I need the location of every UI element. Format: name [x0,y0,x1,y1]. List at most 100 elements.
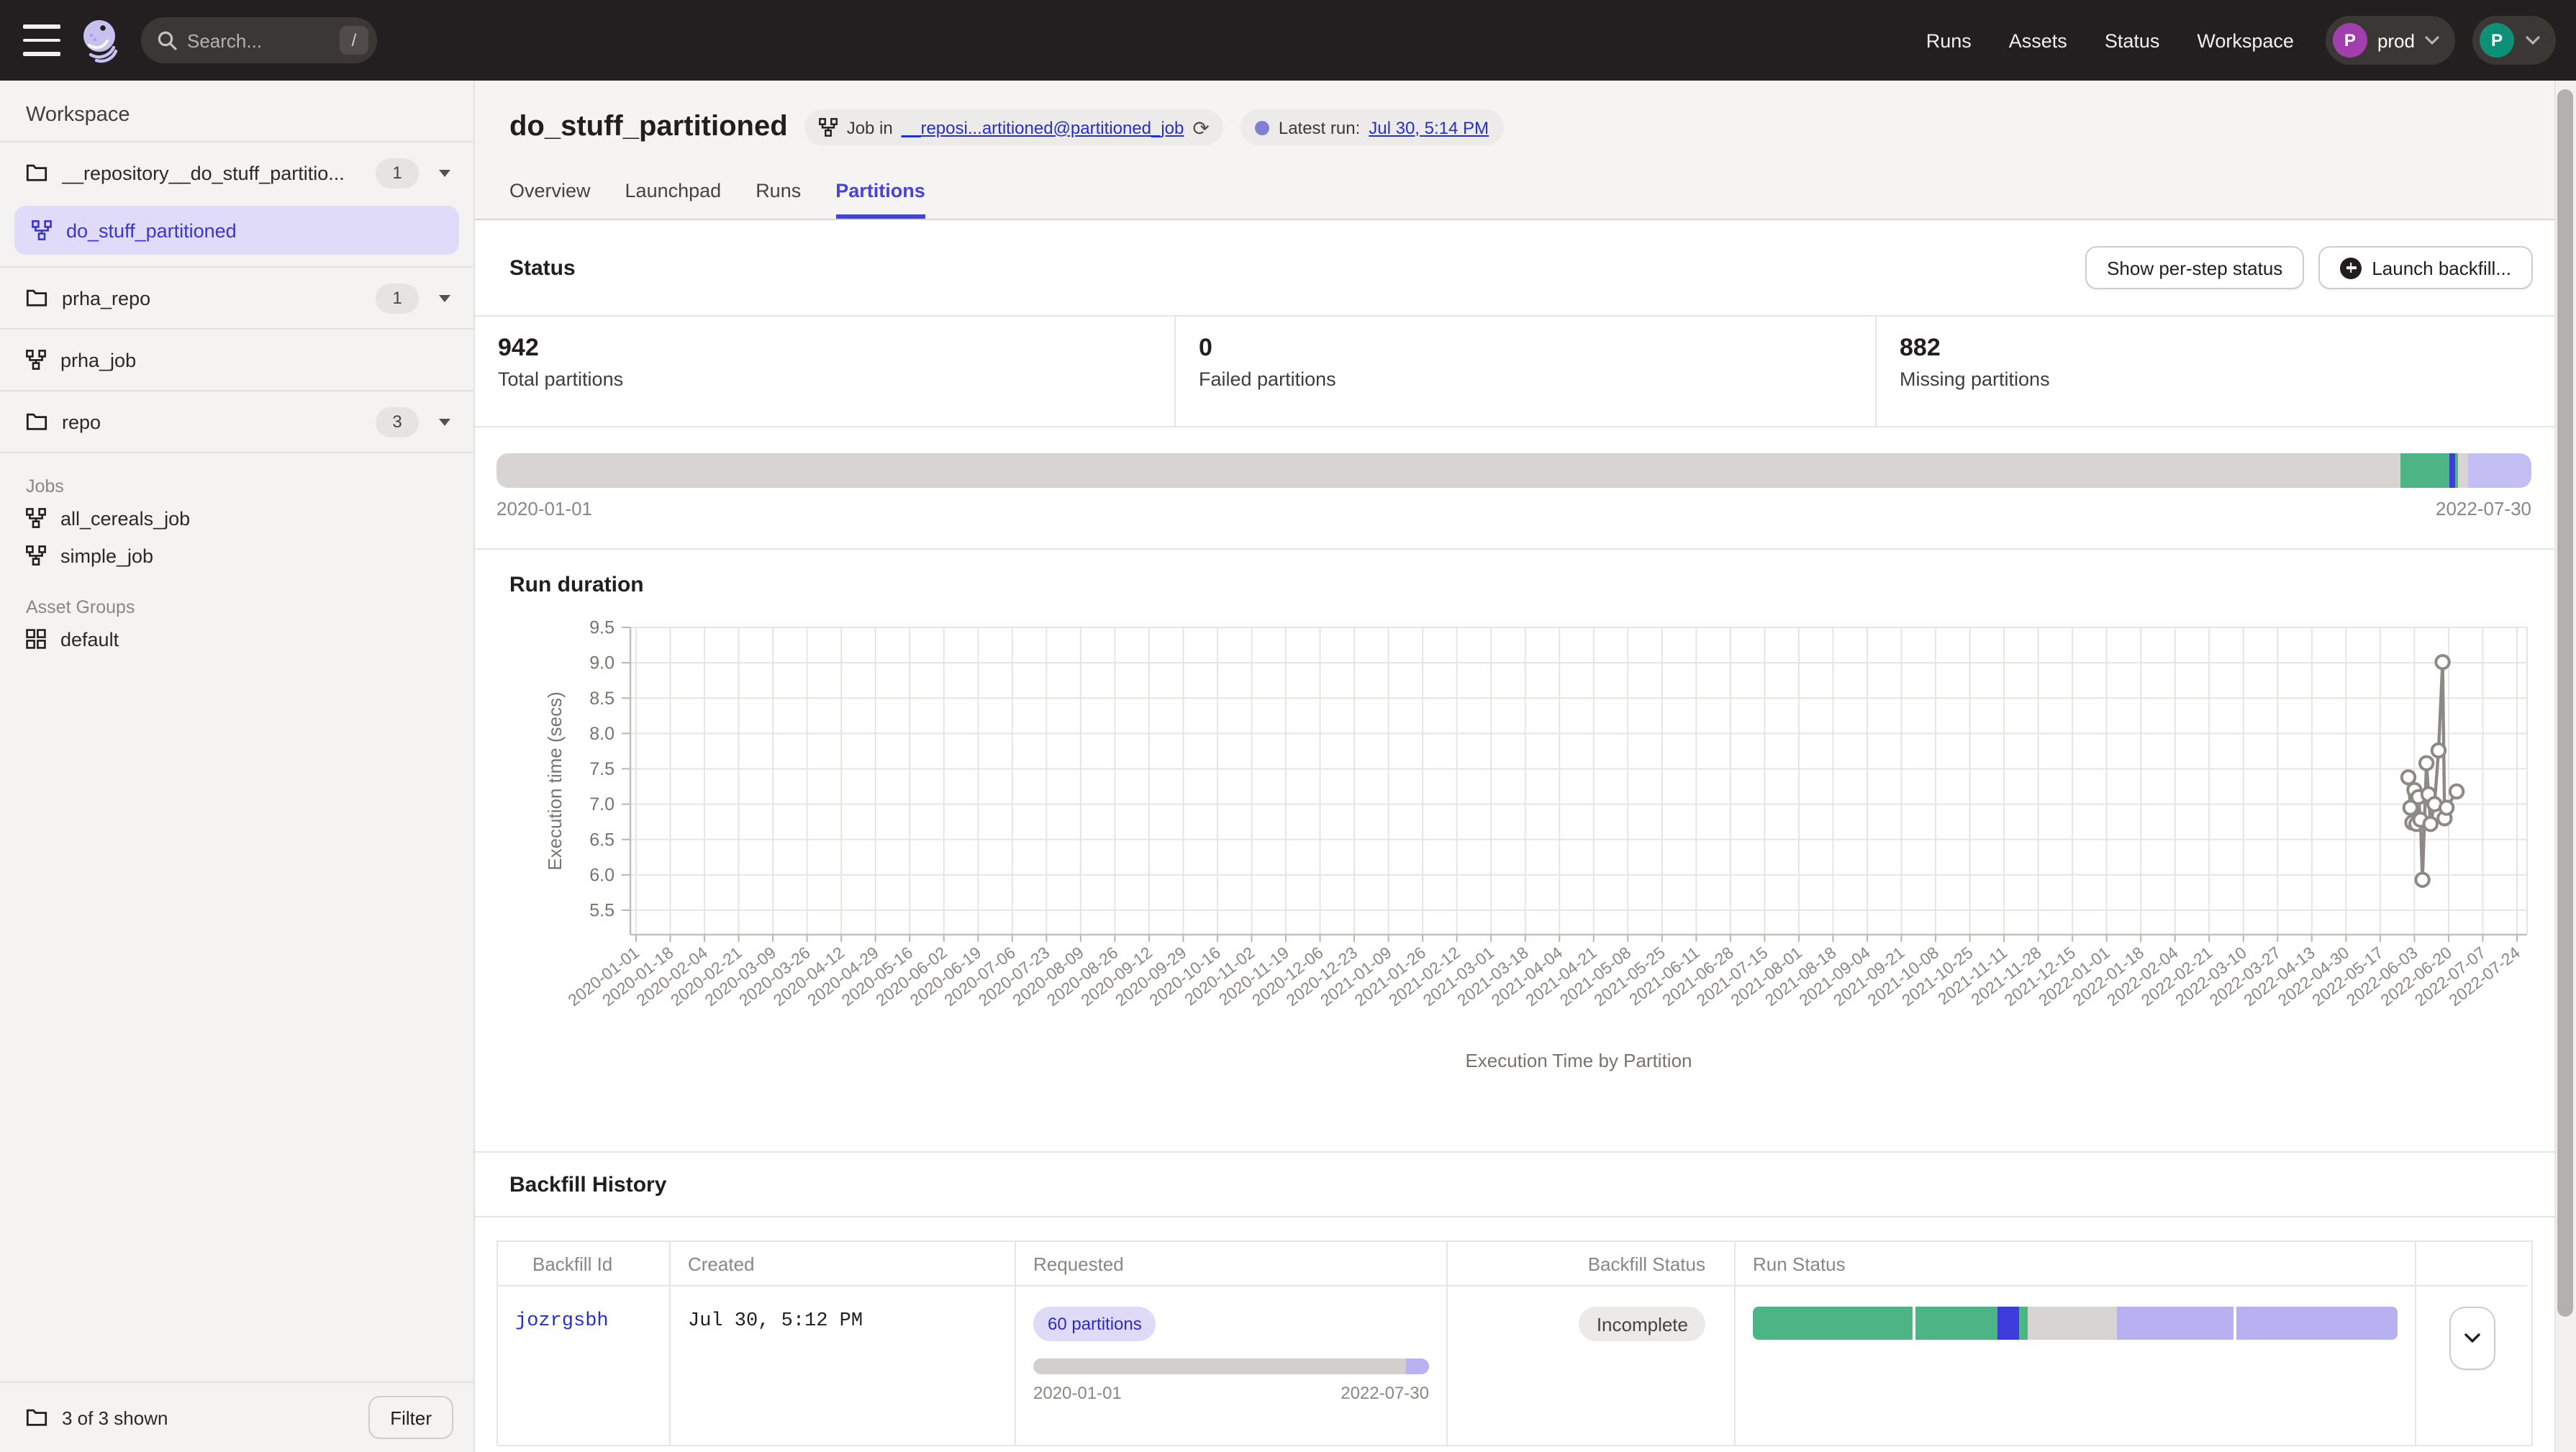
repo-count-badge: 3 [376,407,419,437]
backfill-table-wrap: Backfill Id Created Requested Backfill S… [475,1217,2576,1446]
latest-run-link[interactable]: Jul 30, 5:14 PM [1369,117,1489,137]
data-point-marker[interactable] [2432,744,2445,757]
scrollbar-track[interactable] [2554,81,2576,1452]
backfill-id-link[interactable]: jozrgsbh [515,1311,609,1333]
folder-icon [26,1407,47,1428]
cell-run-status [1736,1287,2416,1445]
data-point-marker[interactable] [2436,655,2449,668]
data-point-marker[interactable] [2450,785,2463,798]
partition-range-end: 2022-07-30 [2436,498,2531,519]
nav-link-workspace[interactable]: Workspace [2197,30,2294,51]
divider [0,452,473,453]
nav-link-assets[interactable]: Assets [2009,30,2067,51]
y-tick-label: 8.0 [589,724,614,744]
data-point-marker[interactable] [2420,756,2433,769]
cell-expand [2416,1287,2527,1445]
sidebar-repo-item[interactable]: repo 3 [0,391,473,452]
nav-link-status[interactable]: Status [2105,30,2160,51]
menu-icon[interactable] [23,22,60,59]
job-origin-prefix: Job in [847,117,893,137]
nav-links: Runs Assets Status Workspace [1926,30,2294,51]
sidebar-item-do-stuff-partitioned[interactable]: do_stuff_partitioned [14,206,459,255]
sidebar-item-default-asset-group[interactable]: default [0,620,473,658]
partition-status-bar[interactable] [496,453,2531,488]
requested-partitions-pill[interactable]: 60 partitions [1033,1307,1156,1341]
backfill-status-badge: Incomplete [1579,1307,1705,1341]
repo-label: repo [62,411,361,432]
dagster-logo[interactable] [78,17,124,63]
column-header-backfill-id: Backfill Id [498,1242,671,1287]
sidebar-item-simple-job[interactable]: simple_job [0,537,473,574]
search-icon [157,30,177,50]
sidebar-repo-item[interactable]: prha_repo 1 [0,268,473,328]
scrollbar-thumb[interactable] [2557,89,2573,1317]
tab-overview[interactable]: Overview [509,180,591,219]
job-icon [32,220,52,240]
bar-segment [1033,1358,1405,1374]
main-content: do_stuff_partitioned Job in __reposi...a… [475,81,2576,1452]
workspace-sidebar: Workspace __repository__do_stuff_partiti… [0,81,475,1452]
job-label: do_stuff_partitioned [66,219,237,241]
nav-link-runs[interactable]: Runs [1926,30,1972,51]
data-point-marker[interactable] [2402,771,2415,784]
bar-segment [2469,453,2531,488]
y-tick-label: 9.5 [589,618,614,638]
cell-created: Jul 30, 5:12 PM [671,1287,1016,1445]
run-duration-section: Run duration 5.56.06.57.07.58.08.59.09.5… [475,550,2576,1153]
repo-count-badge: 1 [376,158,419,188]
bar-segment [1405,1358,1429,1374]
bar-segment [2450,453,2455,488]
bar-segment [2020,1307,2028,1340]
sidebar-job-item-selected-wrap: do_stuff_partitioned [14,206,459,255]
caret-down-icon[interactable] [439,169,450,176]
cell-backfill-status: Incomplete [1448,1287,1736,1445]
requested-range-bar [1033,1358,1429,1374]
sidebar-repo-item[interactable]: __repository__do_stuff_partitio... 1 [0,142,473,203]
y-tick-label: 6.0 [589,865,614,885]
bar-segment [2457,453,2469,488]
chevron-down-icon [2526,36,2540,45]
caret-down-icon[interactable] [439,418,450,425]
caret-down-icon[interactable] [439,294,450,301]
jobs-section-label: Jobs [26,476,473,496]
run-duration-heading: Run duration [509,573,644,597]
run-status-dot [1256,120,1270,135]
y-tick-label: 7.0 [589,794,614,815]
expand-row-button[interactable] [2449,1307,2495,1370]
bar-segment [2117,1307,2233,1340]
tab-runs[interactable]: Runs [756,180,801,219]
run-duration-chart[interactable]: 5.56.06.57.07.58.08.59.09.52020-01-01202… [509,607,2566,1143]
run-status-bar[interactable] [1753,1307,2398,1340]
bar-segment [2236,1307,2398,1340]
search-input[interactable]: Search... / [141,17,377,63]
data-point-marker[interactable] [2416,874,2428,886]
search-placeholder: Search... [187,30,340,51]
sidebar-title: Workspace [26,104,473,127]
user-menu[interactable]: P [2472,16,2556,65]
plus-circle-icon [2340,257,2362,278]
sidebar-job-item-prha-job[interactable]: prha_job [0,330,473,390]
tab-partitions[interactable]: Partitions [835,180,925,219]
x-axis-title: Execution Time by Partition [1465,1050,1692,1071]
stat-total-partitions: 942 Total partitions [475,317,1176,426]
tab-launchpad[interactable]: Launchpad [625,180,722,219]
column-header-run-status: Run Status [1736,1242,2416,1287]
y-tick-label: 6.5 [589,830,614,850]
launch-backfill-button[interactable]: Launch backfill... [2318,246,2533,289]
folder-icon [26,412,47,432]
filter-button[interactable]: Filter [368,1396,453,1439]
data-point-marker[interactable] [2424,817,2437,830]
y-tick-label: 7.5 [589,759,614,779]
reload-icon[interactable]: ⟳ [1192,117,1209,137]
show-per-step-status-button[interactable]: Show per-step status [2085,246,2304,289]
deployment-switcher[interactable]: P prod [2326,16,2455,65]
job-origin-link[interactable]: __reposi...artitioned@partitioned_job [902,117,1184,137]
shown-count: 3 of 3 shown [62,1407,354,1428]
asset-groups-section-label: Asset Groups [26,597,473,617]
y-axis-title: Execution time (secs) [544,691,566,871]
latest-run-label: Latest run: [1279,117,1360,137]
sidebar-item-all-cereals-job[interactable]: all_cereals_job [0,499,473,537]
bar-segment [2400,453,2450,488]
job-icon [26,545,46,566]
data-point-marker[interactable] [2440,801,2453,814]
